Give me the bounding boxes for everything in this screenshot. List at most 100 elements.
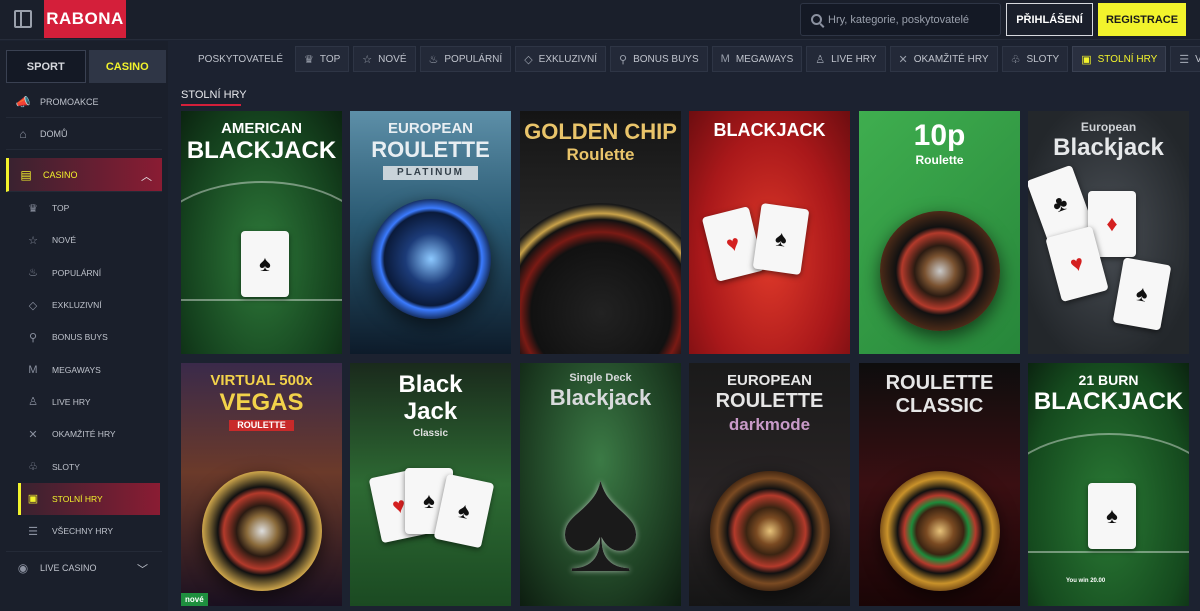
game-title-line1: GOLDEN CHIP: [524, 119, 677, 144]
game-title-line2: VEGAS: [219, 389, 304, 416]
diamond-icon: ◇: [28, 299, 38, 312]
sidebar-subitem-všechny-hry[interactable]: ☰ VŠECHNY HRY: [6, 515, 162, 547]
playing-card-icon: ♥: [701, 206, 765, 282]
tab-stolní-hry[interactable]: ▣ STOLNÍ HRY: [1072, 46, 1167, 72]
casino-toggle[interactable]: CASINO: [88, 50, 166, 83]
sidebar-nav: 📣 PROMOAKCE ⌂ DOMŮ ▤ CASINO ︿ ♛ TOP ☆ NOVÉ ♨…: [6, 86, 162, 583]
sidebar-item-label: PROMOAKCE: [40, 96, 99, 107]
game-title-line1: 10p: [913, 119, 966, 152]
tab-exkluzivní[interactable]: ◇ EXKLUZIVNÍ: [515, 46, 607, 72]
tab-top[interactable]: ♛ TOP: [295, 46, 350, 72]
register-button[interactable]: REGISTRACE: [1098, 3, 1186, 36]
game-subtitle: PLATINUM: [383, 166, 478, 180]
sidebar-subitem-label: MEGAWAYS: [52, 364, 101, 375]
login-button[interactable]: PŘIHLÁŠENÍ: [1006, 3, 1093, 36]
game-subtitle: Classic: [412, 428, 449, 439]
tab-megaways[interactable]: M MEGAWAYS: [711, 46, 803, 72]
tab-okamžité-hry[interactable]: ✕ OKAMŽITÉ HRY: [889, 46, 998, 72]
game-card[interactable]: BLACKJACK ♥ ♠: [689, 111, 850, 354]
game-title-line1: EUROPEAN: [726, 372, 812, 389]
sidebar-item-promoakce[interactable]: 📣 PROMOAKCE: [6, 86, 162, 118]
game-title-line1: EUROPEAN: [387, 120, 473, 137]
sport-toggle[interactable]: SPORT: [6, 50, 86, 83]
person-icon: ♙: [815, 53, 826, 66]
roulette-wheel-icon: [879, 211, 1000, 331]
sidebar-subitem-label: POPULÁRNÍ: [52, 267, 102, 278]
live-icon: ◉: [17, 560, 29, 575]
sidebar-subitem-exkluzivní[interactable]: ◇ EXKLUZIVNÍ: [6, 289, 162, 321]
sidebar-item-live-casino[interactable]: ◉ LIVE CASINO ﹀: [6, 551, 162, 583]
game-card[interactable]: GOLDEN CHIPRouletteGOLDEN CHIP Roulette: [520, 111, 681, 354]
top-header: RABONA PŘIHLÁŠENÍ REGISTRACE: [0, 0, 1200, 40]
game-title-line1: Single Deck: [569, 372, 632, 384]
new-badge: nové: [181, 593, 208, 606]
game-subtitle: darkmode: [728, 415, 811, 434]
game-title-line1: Black: [398, 371, 463, 398]
game-card[interactable]: Black Jack Classic ♥ ♠ ♠: [350, 363, 511, 606]
bolt-icon: ✕: [28, 428, 38, 441]
search-icon: [811, 14, 822, 25]
playing-card-icon: ♠: [241, 231, 289, 297]
game-title-line1: VIRTUAL 500x: [210, 372, 313, 389]
tab-nové[interactable]: ☆ NOVÉ: [353, 46, 416, 72]
game-card[interactable]: Single Deck Blackjack ♠: [520, 363, 681, 606]
flame-icon: ♨: [28, 267, 38, 280]
sidebar-subitem-stolní-hry[interactable]: ▣ STOLNÍ HRY: [18, 482, 160, 515]
game-card[interactable]: AMERICAN BLACKJACK ♠: [181, 111, 342, 354]
sidebar-subitem-okamžité-hry[interactable]: ✕ OKAMŽITÉ HRY: [6, 418, 162, 450]
sidebar-subitem-megaways[interactable]: M MEGAWAYS: [6, 353, 162, 385]
sidebar-subitem-label: LIVE HRY: [52, 396, 91, 407]
game-card[interactable]: VIRTUAL 500x VEGAS ROULETTE nové: [181, 363, 342, 606]
home-icon: ⌂: [19, 126, 27, 141]
m-icon: M: [28, 363, 38, 376]
chevron-up-icon[interactable]: ︿: [141, 168, 152, 184]
tab-label: OKAMŽITÉ HRY: [913, 53, 989, 65]
tab-label: TOP: [319, 53, 341, 65]
tab-label: POPULÁRNÍ: [444, 53, 503, 65]
game-title-line2: Roulette: [915, 153, 964, 167]
game-title-line2: BLACKJACK: [1033, 388, 1184, 415]
star-icon: ☆: [362, 53, 373, 66]
sidebar-subitem-live-hry[interactable]: ♙ LIVE HRY: [6, 386, 162, 418]
sidebar-subitem-nové[interactable]: ☆ NOVÉ: [6, 224, 162, 256]
sidebar-subitem-sloty[interactable]: ♧ SLOTY: [6, 450, 162, 482]
tab-sloty[interactable]: ♧ SLOTY: [1001, 46, 1069, 72]
chevron-down-icon[interactable]: ﹀: [137, 561, 148, 577]
sidebar-subitem-top[interactable]: ♛ TOP: [6, 192, 162, 224]
game-card[interactable]: 10p Roulette: [859, 111, 1020, 354]
tab-populární[interactable]: ♨ POPULÁRNÍ: [419, 46, 512, 72]
sidebar-subitem-bonus-buys[interactable]: ⚲ BONUS BUYS: [6, 321, 162, 353]
search-input[interactable]: [828, 13, 998, 26]
rabona-logo[interactable]: RABONA: [44, 0, 126, 38]
game-title-line2: Blackjack: [1053, 134, 1164, 161]
tab-bonus-buys[interactable]: ⚲ BONUS BUYS: [610, 46, 708, 72]
bolt-icon: ✕: [898, 53, 908, 66]
sidebar-subitem-label: VŠECHNY HRY: [52, 526, 114, 537]
game-card[interactable]: 21 BURN BLACKJACK You win 20.00 ♠: [1028, 363, 1189, 606]
search-box[interactable]: [800, 3, 1001, 36]
tab-všechny-hry[interactable]: ☰ VŠECHNY HRY: [1170, 46, 1200, 72]
game-card[interactable]: European Blackjack ♣ ♦ ♥ ♠: [1028, 111, 1189, 354]
sidebar-subitem-label: EXKLUZIVNÍ: [52, 300, 102, 311]
playing-card-icon: ♠: [752, 202, 810, 276]
tab-live-hry[interactable]: ♙ LIVE HRY: [806, 46, 886, 72]
sidebar-toggle-icon[interactable]: [14, 10, 32, 28]
game-card[interactable]: EUROPEAN ROULETTE PLATINUM: [350, 111, 511, 354]
sidebar-item-casino[interactable]: ▤ CASINO ︿: [6, 158, 162, 192]
table-icon: ▣: [1081, 53, 1092, 66]
game-title-line1: 21 BURN: [1078, 372, 1139, 388]
game-title-line1: ROULETTE: [885, 372, 994, 394]
game-title-line2: Jack: [403, 398, 458, 425]
grid-icon: ☰: [1179, 53, 1190, 66]
game-title-line2: BLACKJACK: [186, 137, 337, 164]
tab-label: SLOTY: [1026, 53, 1060, 65]
tab-label: VŠECHNY HRY: [1195, 53, 1200, 65]
game-card[interactable]: EUROPEAN ROULETTE darkmode: [689, 363, 850, 606]
flame-icon: ♨: [428, 53, 439, 66]
tab-label: MEGAWAYS: [735, 53, 794, 65]
sidebar-subitem-populární[interactable]: ♨ POPULÁRNÍ: [6, 257, 162, 289]
sidebar-item-domu[interactable]: ⌂ DOMŮ: [6, 118, 162, 150]
game-card[interactable]: ROULETTE CLASSIC: [859, 363, 1020, 606]
cherry-icon: ♧: [28, 461, 38, 474]
tab-poskytovatelé[interactable]: POSKYTOVATELÉ: [172, 46, 291, 72]
